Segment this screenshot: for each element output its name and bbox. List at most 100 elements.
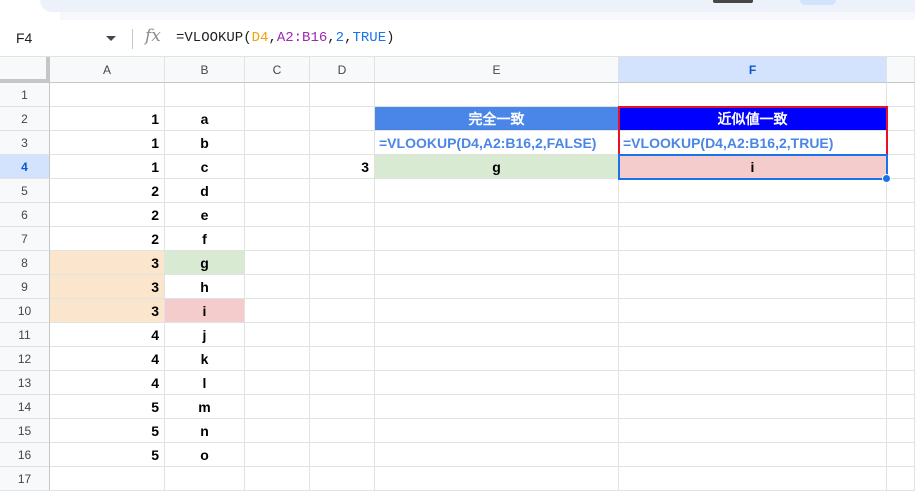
cell-empty[interactable] [887, 275, 915, 299]
cell-d5[interactable] [310, 179, 375, 203]
row-header-10[interactable]: 10 [0, 299, 50, 323]
cell-empty[interactable] [887, 371, 915, 395]
cell-a17[interactable] [50, 467, 165, 491]
cell-b4[interactable]: c [165, 155, 245, 179]
cell-a7[interactable]: 2 [50, 227, 165, 251]
cell-e4[interactable]: g [375, 155, 619, 179]
cell-e6[interactable] [375, 203, 619, 227]
cell-empty[interactable] [887, 419, 915, 443]
cell-a14[interactable]: 5 [50, 395, 165, 419]
cell-d6[interactable] [310, 203, 375, 227]
row-header-13[interactable]: 13 [0, 371, 50, 395]
cell-b13[interactable]: l [165, 371, 245, 395]
toolbar-button[interactable] [713, 0, 753, 3]
column-header-c[interactable]: C [245, 57, 310, 83]
cell-a5[interactable]: 2 [50, 179, 165, 203]
cell-b17[interactable] [165, 467, 245, 491]
row-header-15[interactable]: 15 [0, 419, 50, 443]
cell-a13[interactable]: 4 [50, 371, 165, 395]
cell-e13[interactable] [375, 371, 619, 395]
cell-e15[interactable] [375, 419, 619, 443]
cell-e12[interactable] [375, 347, 619, 371]
toolbar-button[interactable] [800, 0, 836, 5]
cell-c5[interactable] [245, 179, 310, 203]
cell-empty[interactable] [887, 107, 915, 131]
row-header-17[interactable]: 17 [0, 467, 50, 491]
row-header-6[interactable]: 6 [0, 203, 50, 227]
cell-a4[interactable]: 1 [50, 155, 165, 179]
cell-b12[interactable]: k [165, 347, 245, 371]
cell-a2[interactable]: 1 [50, 107, 165, 131]
column-header-f[interactable]: F [619, 57, 887, 83]
cell-b14[interactable]: m [165, 395, 245, 419]
cell-c11[interactable] [245, 323, 310, 347]
formula-input[interactable]: =VLOOKUP(D4,A2:B16,2,TRUE) [176, 30, 395, 46]
cell-f8[interactable] [619, 251, 887, 275]
cell-empty[interactable] [887, 347, 915, 371]
cell-e8[interactable] [375, 251, 619, 275]
cell-b5[interactable]: d [165, 179, 245, 203]
cell-f3[interactable]: =VLOOKUP(D4,A2:B16,2,TRUE) [619, 131, 887, 155]
column-header-d[interactable]: D [310, 57, 375, 83]
cell-d2[interactable] [310, 107, 375, 131]
cell-c9[interactable] [245, 275, 310, 299]
cell-e5[interactable] [375, 179, 619, 203]
cell-d8[interactable] [310, 251, 375, 275]
cell-b1[interactable] [165, 83, 245, 107]
cell-f12[interactable] [619, 347, 887, 371]
cell-e17[interactable] [375, 467, 619, 491]
name-box[interactable]: F4 [16, 30, 32, 46]
cell-b2[interactable]: a [165, 107, 245, 131]
cell-b9[interactable]: h [165, 275, 245, 299]
cell-d12[interactable] [310, 347, 375, 371]
cell-f13[interactable] [619, 371, 887, 395]
row-header-11[interactable]: 11 [0, 323, 50, 347]
cell-a1[interactable] [50, 83, 165, 107]
cell-b11[interactable]: j [165, 323, 245, 347]
row-header-7[interactable]: 7 [0, 227, 50, 251]
cell-a12[interactable]: 4 [50, 347, 165, 371]
cell-c4[interactable] [245, 155, 310, 179]
row-header-4[interactable]: 4 [0, 155, 50, 179]
cell-b6[interactable]: e [165, 203, 245, 227]
row-header-16[interactable]: 16 [0, 443, 50, 467]
cell-c16[interactable] [245, 443, 310, 467]
cell-empty[interactable] [887, 395, 915, 419]
column-header-a[interactable]: A [50, 57, 165, 83]
cell-d11[interactable] [310, 323, 375, 347]
cell-empty[interactable] [887, 83, 915, 107]
cell-d13[interactable] [310, 371, 375, 395]
cell-a8[interactable]: 3 [50, 251, 165, 275]
cell-f2[interactable]: 近似値一致 [619, 107, 887, 131]
cell-d7[interactable] [310, 227, 375, 251]
cell-d3[interactable] [310, 131, 375, 155]
cell-c1[interactable] [245, 83, 310, 107]
cell-f15[interactable] [619, 419, 887, 443]
cell-d4[interactable]: 3 [310, 155, 375, 179]
cell-c8[interactable] [245, 251, 310, 275]
cell-d16[interactable] [310, 443, 375, 467]
fill-handle[interactable] [882, 174, 891, 183]
cell-c6[interactable] [245, 203, 310, 227]
cell-f10[interactable] [619, 299, 887, 323]
cell-f7[interactable] [619, 227, 887, 251]
cell-e14[interactable] [375, 395, 619, 419]
cell-f5[interactable] [619, 179, 887, 203]
cell-e10[interactable] [375, 299, 619, 323]
column-header-next[interactable] [887, 57, 915, 83]
cell-a9[interactable]: 3 [50, 275, 165, 299]
cell-c17[interactable] [245, 467, 310, 491]
cell-b10[interactable]: i [165, 299, 245, 323]
cell-f4[interactable]: i [619, 155, 887, 179]
cell-empty[interactable] [887, 179, 915, 203]
column-header-b[interactable]: B [165, 57, 245, 83]
cell-d17[interactable] [310, 467, 375, 491]
cell-f17[interactable] [619, 467, 887, 491]
cell-empty[interactable] [887, 155, 915, 179]
cell-e3[interactable]: =VLOOKUP(D4,A2:B16,2,FALSE) [375, 131, 619, 155]
cell-empty[interactable] [887, 323, 915, 347]
row-header-14[interactable]: 14 [0, 395, 50, 419]
cell-e9[interactable] [375, 275, 619, 299]
cell-empty[interactable] [887, 203, 915, 227]
cell-b15[interactable]: n [165, 419, 245, 443]
